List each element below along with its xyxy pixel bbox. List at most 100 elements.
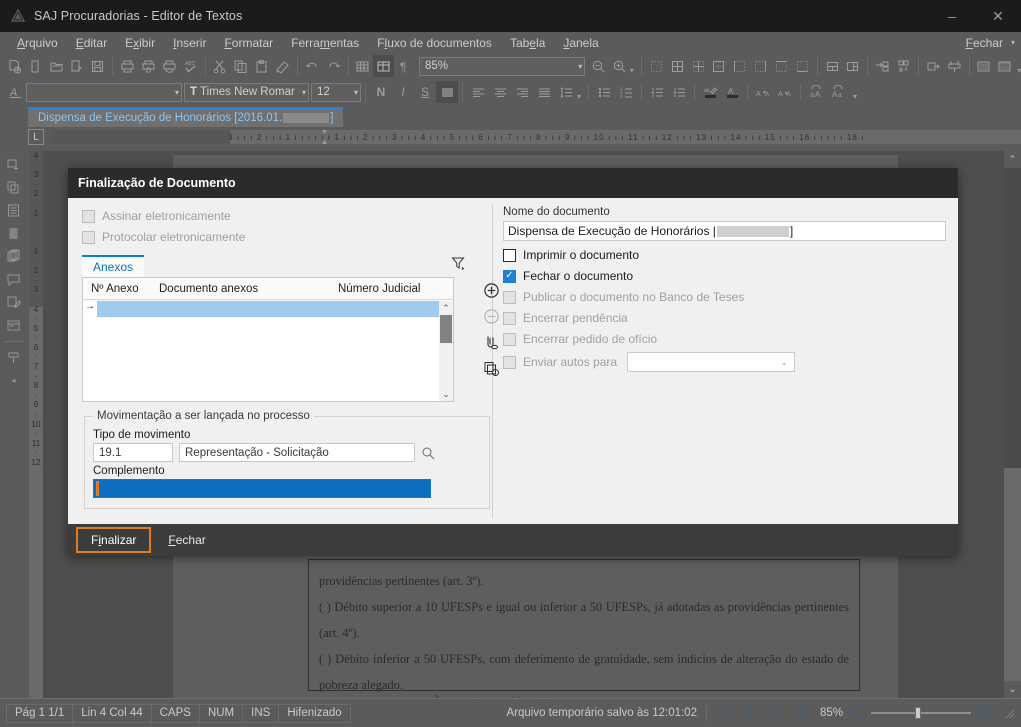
- fechar-button[interactable]: Fechar: [155, 527, 218, 553]
- checkbox-enviar-autos-para[interactable]: Enviar autos para ⌄: [503, 350, 946, 374]
- status-caps[interactable]: CAPS: [151, 704, 200, 723]
- merge-cells-icon[interactable]: [822, 55, 843, 77]
- close-window-button[interactable]: ✕: [975, 0, 1021, 32]
- bold-button[interactable]: N: [370, 81, 392, 103]
- cut-icon[interactable]: [210, 55, 231, 77]
- table-properties-icon[interactable]: [373, 55, 394, 77]
- rail-collapse-button[interactable]: ◂: [3, 370, 24, 391]
- border-outer-icon[interactable]: [708, 55, 729, 77]
- checkbox-imprimir-o-documento[interactable]: Imprimir o documento: [503, 245, 946, 265]
- document-tab[interactable]: Dispensa de Execução de Honorários [2016…: [28, 107, 343, 127]
- chevron-down-icon[interactable]: ▾: [298, 88, 306, 97]
- blank-page-icon[interactable]: [25, 55, 46, 77]
- status-ins[interactable]: INS: [242, 704, 279, 723]
- font-color-icon[interactable]: A: [721, 81, 743, 103]
- save-icon[interactable]: [87, 55, 108, 77]
- border-none-icon[interactable]: [646, 55, 667, 77]
- resize-grip-icon[interactable]: [1003, 707, 1015, 719]
- line-spacing-caret-icon[interactable]: ▾: [577, 92, 581, 101]
- checkbox-protocolar-eletronicamente[interactable]: Protocolar eletronicamente: [82, 227, 492, 247]
- anexos-grid[interactable]: Nº Anexo Documento anexos Número Judicia…: [82, 277, 454, 402]
- menu-overflow-caret-icon[interactable]: ▾: [1011, 38, 1015, 47]
- border-left-icon[interactable]: [729, 55, 750, 77]
- border-all-icon[interactable]: [667, 55, 688, 77]
- minimize-button[interactable]: –: [929, 0, 975, 32]
- new-document-icon[interactable]: [4, 55, 25, 77]
- add-circle-icon[interactable]: [478, 277, 504, 303]
- menu-tabela[interactable]: Tabela: [501, 34, 554, 52]
- highlight-color-icon[interactable]: [436, 81, 458, 103]
- print-preview-icon[interactable]: [138, 55, 159, 77]
- menu-editar[interactable]: Editar: [67, 34, 116, 52]
- edit-document-icon[interactable]: [3, 292, 24, 313]
- enviar-autos-select[interactable]: ⌄: [627, 352, 795, 372]
- column-header-documento-anexos[interactable]: Documento anexos: [159, 283, 338, 295]
- vertical-ruler[interactable]: 4·3·2·1···1·2·3·4·5·6·7·8·9·10·11·12: [29, 151, 43, 698]
- menu-formatar[interactable]: Formatar: [215, 34, 282, 52]
- filter-icon[interactable]: [451, 256, 466, 271]
- show-marks-icon[interactable]: ¶: [394, 55, 415, 77]
- styles-icon[interactable]: A: [4, 81, 26, 103]
- status-num[interactable]: NUM: [199, 704, 243, 723]
- split-cells-icon[interactable]: [842, 55, 863, 77]
- border-bottom-icon[interactable]: [792, 55, 813, 77]
- save-as-icon[interactable]: [67, 55, 88, 77]
- status-hifenizado[interactable]: Hifenizado: [278, 704, 350, 723]
- add-document-icon[interactable]: [3, 154, 24, 175]
- delete-column-icon[interactable]: [944, 55, 965, 77]
- attach-clip-icon[interactable]: [478, 329, 504, 355]
- delete-row-icon[interactable]: [923, 55, 944, 77]
- undo-icon[interactable]: [302, 55, 323, 77]
- format-painter-icon[interactable]: [272, 55, 293, 77]
- font-size-combo[interactable]: 12 ▾: [311, 83, 361, 102]
- chevron-down-icon[interactable]: ▾: [350, 88, 358, 97]
- table-row[interactable]: →: [83, 301, 439, 317]
- document-list-icon[interactable]: [3, 200, 24, 221]
- flag-icon[interactable]: [3, 347, 24, 368]
- page-icon[interactable]: [3, 223, 24, 244]
- page-view-icon[interactable]: [716, 706, 733, 721]
- print-setup-icon[interactable]: [159, 55, 180, 77]
- archive-icon[interactable]: [3, 315, 24, 336]
- checkbox-box[interactable]: [82, 231, 95, 244]
- anexos-grid-body[interactable]: →: [83, 301, 439, 401]
- grid-vertical-scrollbar[interactable]: ⌃ ⌄: [439, 301, 453, 401]
- horizontal-ruler[interactable]: 3 ı ı ı 2 ı ı ı 1 ı ı ı ı ı ı 1 ı ı ı 2 …: [52, 130, 1021, 144]
- two-page-view-icon[interactable]: [794, 706, 811, 721]
- menu-arquivo[interactable]: Arquivo: [8, 34, 67, 52]
- numbered-list-icon[interactable]: 123: [615, 81, 637, 103]
- indent-marker-icon[interactable]: [320, 130, 329, 144]
- copy-document-icon[interactable]: [3, 177, 24, 198]
- menu-fluxo-documentos[interactable]: Fluxo de documentos: [368, 34, 501, 52]
- toolbar1-overflow-caret-icon[interactable]: ▾: [1017, 66, 1021, 75]
- checkbox-box[interactable]: [82, 210, 95, 223]
- checkbox-encerrar-pedido-oficio[interactable]: Encerrar pedido de ofício: [503, 329, 946, 349]
- increase-font-icon[interactable]: A▲A: [752, 81, 774, 103]
- tipo-movimento-code-input[interactable]: 19.1: [93, 443, 173, 462]
- menu-fechar[interactable]: Fechar: [962, 34, 1007, 52]
- border-inner-icon[interactable]: [688, 55, 709, 77]
- paste-icon[interactable]: [251, 55, 272, 77]
- checkbox-box[interactable]: [503, 249, 516, 262]
- complemento-input[interactable]: [93, 479, 431, 498]
- menu-ferramentas[interactable]: Ferramentas: [282, 34, 368, 52]
- insert-table-icon[interactable]: [352, 55, 373, 77]
- print-icon[interactable]: [117, 55, 138, 77]
- bullet-list-icon[interactable]: [593, 81, 615, 103]
- checkbox-encerrar-pendencia[interactable]: Encerrar pendência: [503, 308, 946, 328]
- zoom-in-icon[interactable]: [609, 55, 630, 77]
- reading-view-icon[interactable]: [768, 706, 785, 721]
- style-combo[interactable]: ▾: [26, 83, 182, 102]
- insert-row-icon[interactable]: [872, 55, 893, 77]
- border-right-icon[interactable]: [750, 55, 771, 77]
- grid-scrollbar-thumb[interactable]: [440, 315, 452, 343]
- border-top-icon[interactable]: [771, 55, 792, 77]
- justify-icon[interactable]: [533, 81, 555, 103]
- documents-stack-icon[interactable]: [3, 246, 24, 267]
- chevron-down-icon[interactable]: ▾: [574, 62, 582, 71]
- text-highlight-icon[interactable]: ab: [699, 81, 721, 103]
- align-right-icon[interactable]: [511, 81, 533, 103]
- remove-circle-icon[interactable]: [478, 303, 504, 329]
- zoom-knob[interactable]: [915, 707, 921, 719]
- chevron-down-icon[interactable]: ▾: [171, 88, 179, 97]
